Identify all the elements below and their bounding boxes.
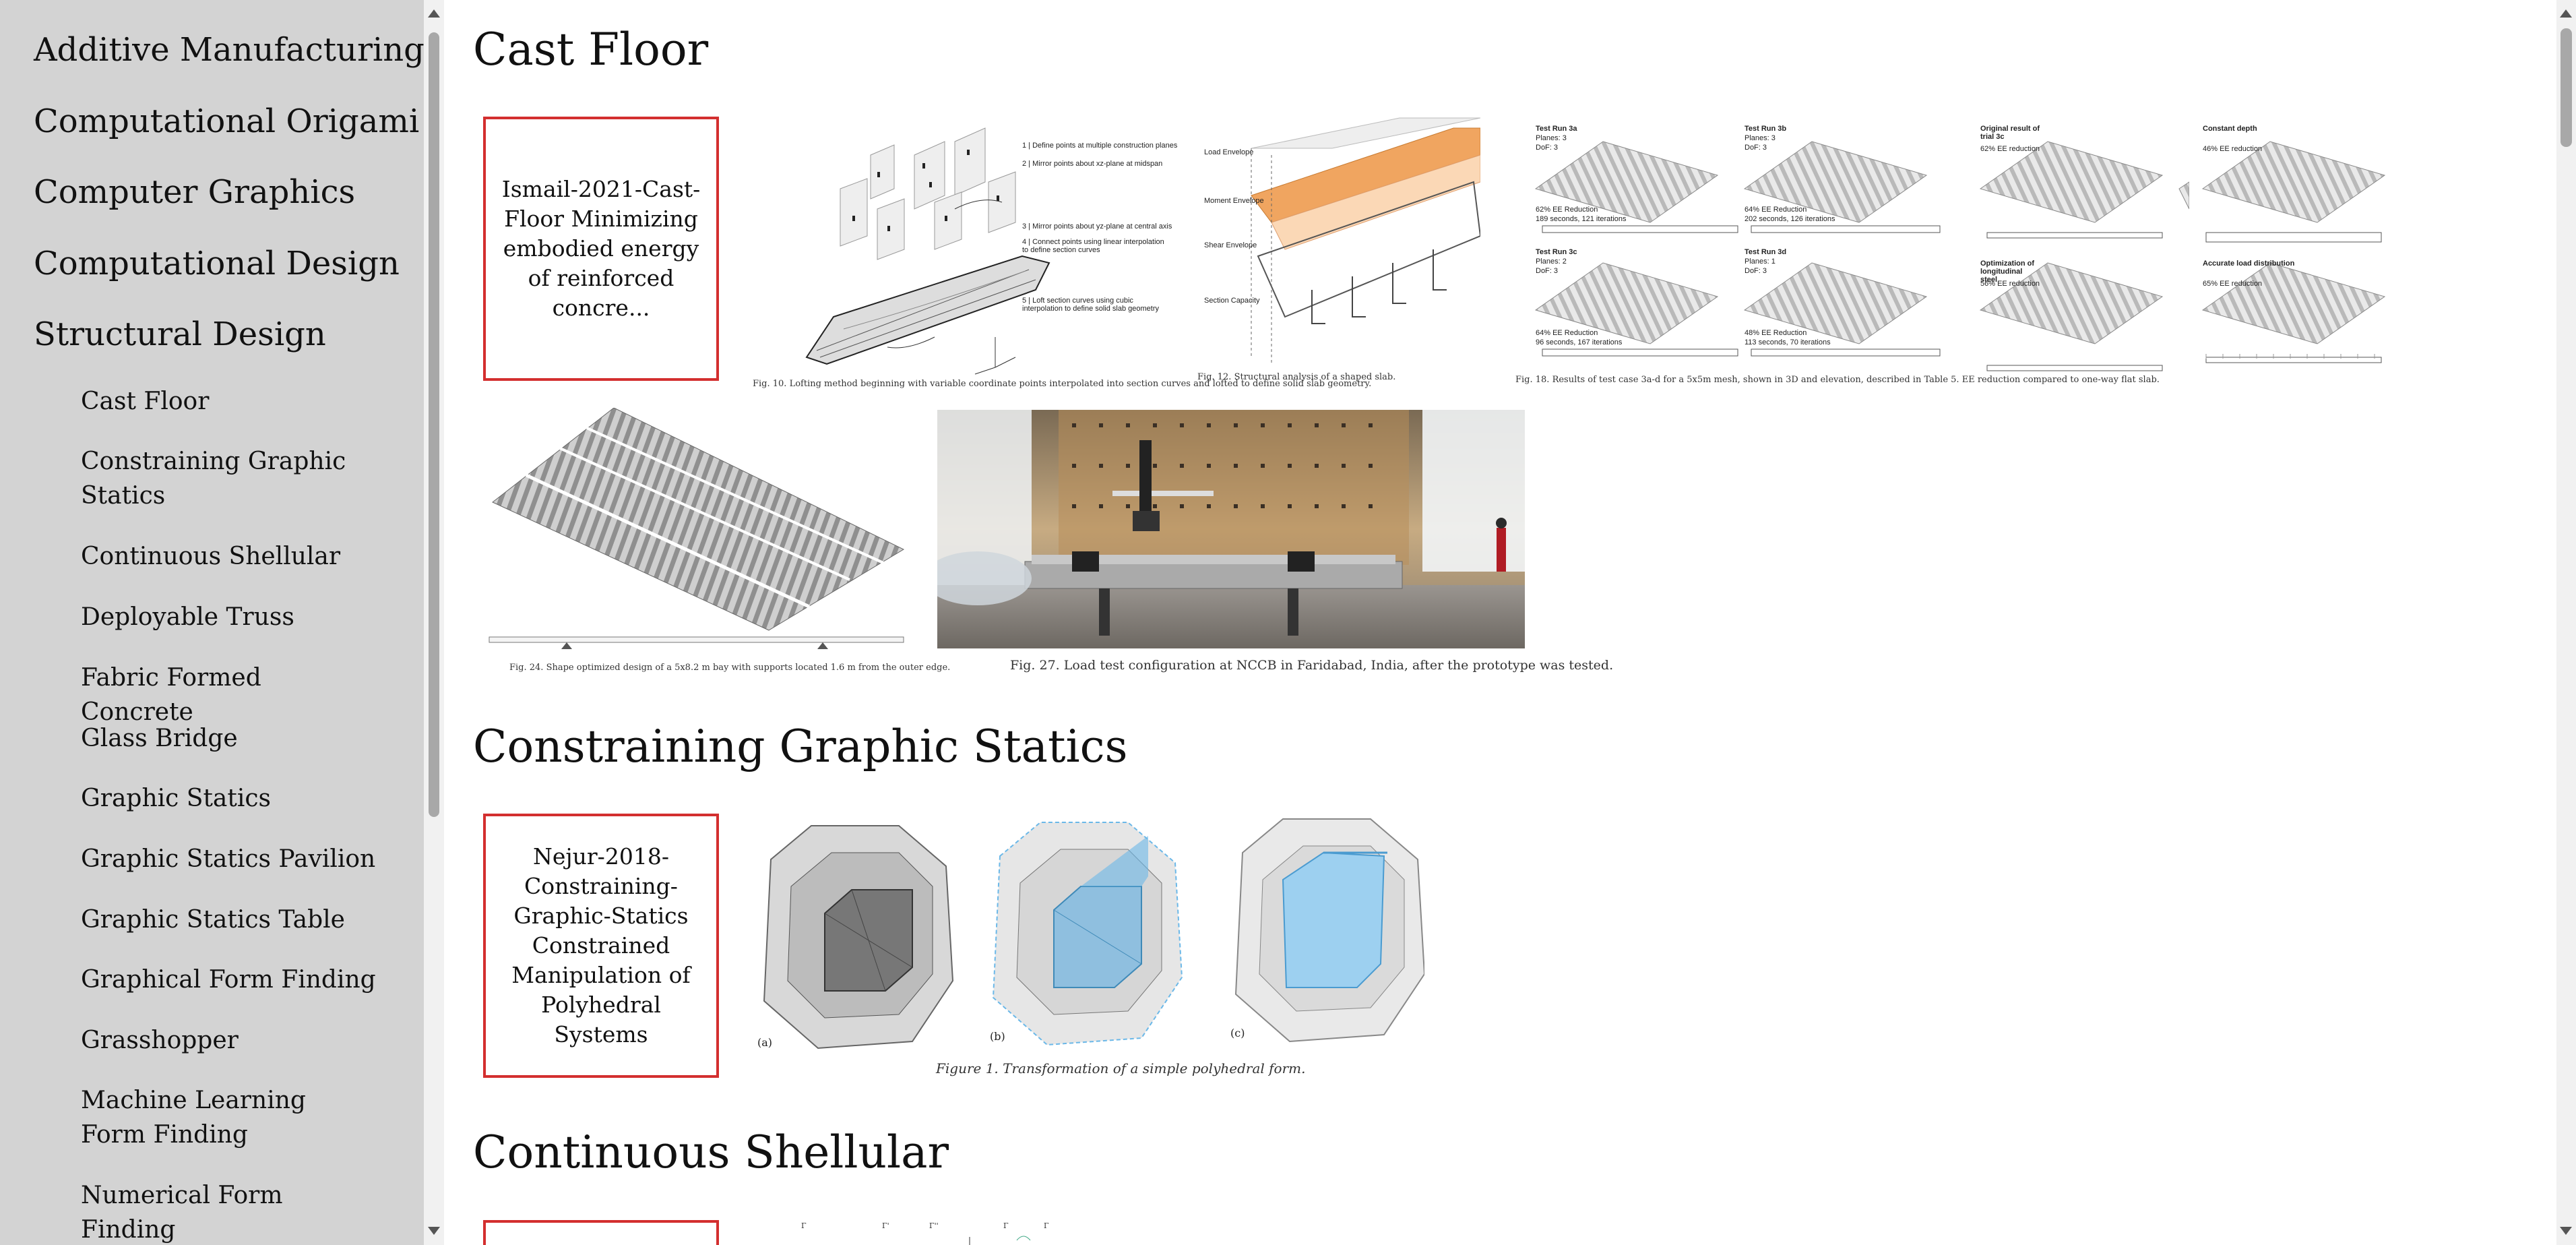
nav-glass-bridge[interactable]: Glass Bridge xyxy=(81,721,377,756)
nav-graphical-form-finding[interactable]: Graphical Form Finding xyxy=(81,963,377,997)
shellular-partial-diagram: Γ Γ' Γ'' Γ Γ xyxy=(801,1221,1049,1245)
sidebar-scrollbar[interactable] xyxy=(424,0,444,1245)
shape-optimized-slab xyxy=(489,407,905,649)
nav-grasshopper[interactable]: Grasshopper xyxy=(81,1023,377,1058)
test-run-3c-title: Test Run 3c xyxy=(1536,248,1577,256)
test-run-3a-title: Test Run 3a xyxy=(1536,125,1577,133)
paper-card-cast-floor[interactable]: Ismail-2021-Cast-Floor Minimizing embodi… xyxy=(483,117,719,381)
main-scroll-thumb[interactable] xyxy=(2561,28,2572,147)
caption-fig18: Fig. 18. Results of test case 3a-d for a… xyxy=(1515,375,2160,385)
scroll-up-arrow-icon[interactable] xyxy=(428,9,440,18)
nav-computer-graphics[interactable]: Computer Graphics xyxy=(34,172,355,212)
variant-accurate-load-title: Accurate load distribution xyxy=(2203,260,2295,268)
nav-constraining-graphic-statics[interactable]: Constraining Graphic Statics xyxy=(81,444,377,513)
polyhedral-diagram xyxy=(763,818,1426,1050)
nav-numerical-form-finding[interactable]: Numerical Form Finding xyxy=(81,1178,377,1245)
section-title-cast-floor: Cast Floor xyxy=(473,24,709,75)
nav-cast-floor[interactable]: Cast Floor xyxy=(81,384,377,419)
variant-original-reduction: 62% EE reduction xyxy=(1980,145,2040,153)
loft-step-1: 1 | Define points at multiple constructi… xyxy=(1022,142,1178,150)
test-run-3c-planes: Planes: 2 xyxy=(1536,257,1567,266)
caption-figure1: Figure 1. Transformation of a simple pol… xyxy=(936,1060,1306,1076)
variant-constant-depth-reduction: 46% EE reduction xyxy=(2203,145,2263,153)
scroll-down-arrow-icon[interactable] xyxy=(428,1227,440,1235)
test-run-3d-title: Test Run 3d xyxy=(1745,248,1787,256)
main-content: Cast Floor Ismail-2021-Cast-Floor Minimi… xyxy=(444,0,2556,1245)
svg-text:Γ': Γ' xyxy=(882,1221,889,1230)
main-scroll-down-arrow-icon[interactable] xyxy=(2560,1227,2572,1235)
test-run-3b-dof: DoF: 3 xyxy=(1745,144,1767,152)
loft-step-3: 3 | Mirror points about yz-plane at cent… xyxy=(1022,222,1172,231)
caption-fig12: Fig. 12. Structural analysis of a shaped… xyxy=(1197,372,1396,382)
main-scrollbar[interactable] xyxy=(2556,0,2576,1245)
nav-deployable-truss[interactable]: Deployable Truss xyxy=(81,600,377,634)
label-a: (a) xyxy=(757,1036,773,1049)
test-run-3d-time: 113 seconds, 70 iterations xyxy=(1745,338,1831,346)
figure-polyhedral-transformation[interactable]: (a) (b) (c) Figure 1. Transformation of … xyxy=(751,812,1426,1095)
nav-computational-design[interactable]: Computational Design xyxy=(34,243,400,284)
test-run-3c-dof: DoF: 3 xyxy=(1536,267,1559,275)
sidebar-scroll-thumb[interactable] xyxy=(429,32,439,817)
load-test-photo xyxy=(924,410,1525,648)
test-run-3a-planes: Planes: 3 xyxy=(1536,134,1567,142)
paper-card-constraining-graphic-statics[interactable]: Nejur-2018-Constraining-Graphic-Statics … xyxy=(483,814,719,1078)
test-run-3b-reduction: 64% EE Reduction xyxy=(1745,206,1807,214)
main-scroll-up-arrow-icon[interactable] xyxy=(2560,9,2572,18)
figure-continuous-shellular-partial[interactable]: Γ Γ' Γ'' Γ Γ xyxy=(794,1220,1064,1245)
test-run-3b-planes: Planes: 3 xyxy=(1745,134,1776,142)
test-run-3a-reduction: 62% EE Reduction xyxy=(1536,206,1598,214)
figure-test-variants-right[interactable]: Constant depth 46% EE reduction Accurate… xyxy=(2196,115,2398,384)
test-variants-right xyxy=(2201,141,2386,363)
section-title-continuous-shellular: Continuous Shellular xyxy=(473,1126,949,1178)
loft-step-2: 2 | Mirror points about xz-plane at mids… xyxy=(1022,160,1163,168)
figure-shape-optimized[interactable]: Fig. 24. Shape optimized design of a 5x8… xyxy=(486,407,950,677)
label-moment-envelope: Moment Envelope xyxy=(1204,197,1264,205)
figure-load-test-photo[interactable]: Fig. 27. Load test configuration at NCCB… xyxy=(924,410,1613,679)
test-run-3d-reduction: 48% EE Reduction xyxy=(1745,329,1807,337)
test-run-3c-reduction: 64% EE Reduction xyxy=(1536,329,1598,337)
label-load-envelope: Load Envelope xyxy=(1204,148,1254,156)
test-run-3a-time: 189 seconds, 121 iterations xyxy=(1536,215,1627,223)
svg-text:Γ: Γ xyxy=(801,1221,807,1230)
caption-fig24: Fig. 24. Shape optimized design of a 5x8… xyxy=(509,663,951,673)
nav-machine-learning-form-finding[interactable]: Machine Learning Form Finding xyxy=(81,1083,377,1152)
nav-graphic-statics-pavilion[interactable]: Graphic Statics Pavilion xyxy=(81,842,377,876)
figure-structural-analysis[interactable]: Load Envelope Moment Envelope Shear Enve… xyxy=(1197,115,1482,398)
label-shear-envelope: Shear Envelope xyxy=(1204,241,1257,249)
test-run-3d-planes: Planes: 1 xyxy=(1745,257,1776,266)
figure-lofting-method[interactable]: 1 | Define points at multiple constructi… xyxy=(753,115,1371,398)
nav-structural-design[interactable]: Structural Design xyxy=(34,314,326,355)
variant-accurate-load-reduction: 65% EE reduction xyxy=(2203,280,2263,288)
test-run-3c-time: 96 seconds, 167 iterations xyxy=(1536,338,1623,346)
svg-text:Γ: Γ xyxy=(1044,1221,1049,1230)
loft-step-5: 5 | Loft section curves using cubic inte… xyxy=(1022,297,1160,313)
variant-original-title: Original result of trial 3c xyxy=(1980,125,2040,141)
sidebar: Additive Manufacturing Computational Ori… xyxy=(0,0,424,1245)
loft-step-4: 4 | Connect points using linear interpol… xyxy=(1022,238,1164,254)
test-run-3a-dof: DoF: 3 xyxy=(1536,144,1559,152)
test-run-3b-title: Test Run 3b xyxy=(1745,125,1787,133)
test-run-3d-dof: DoF: 3 xyxy=(1745,267,1767,275)
label-section-capacity: Section Capacity xyxy=(1204,297,1260,305)
label-b: (b) xyxy=(990,1030,1005,1043)
paper-card-title: Nejur-2018-Constraining-Graphic-Statics … xyxy=(511,843,691,1047)
figure-test-runs[interactable]: Test Run 3a Planes: 3 DoF: 3 62% EE Redu… xyxy=(1515,115,2190,398)
label-c: (c) xyxy=(1230,1027,1245,1039)
test-run-3b-time: 202 seconds, 126 iterations xyxy=(1745,215,1835,223)
svg-text:Γ'': Γ'' xyxy=(929,1221,939,1230)
paper-card-continuous-shellular[interactable] xyxy=(483,1220,719,1245)
caption-fig27: Fig. 27. Load test configuration at NCCB… xyxy=(1010,658,1614,673)
nav-additive-manufacturing[interactable]: Additive Manufacturing xyxy=(34,30,424,70)
nav-fabric-formed-concrete[interactable]: Fabric Formed Concrete xyxy=(81,661,377,729)
nav-computational-origami[interactable]: Computational Origami xyxy=(34,101,419,142)
nav-graphic-statics-table[interactable]: Graphic Statics Table xyxy=(81,903,377,937)
variant-longitudinal-reduction: 56% EE reduction xyxy=(1980,280,2040,288)
nav-continuous-shellular[interactable]: Continuous Shellular xyxy=(81,539,377,574)
svg-text:Γ: Γ xyxy=(1003,1221,1009,1230)
nav-graphic-statics[interactable]: Graphic Statics xyxy=(81,781,377,816)
variant-constant-depth-title: Constant depth xyxy=(2203,125,2257,133)
paper-card-title: Ismail-2021-Cast-Floor Minimizing embodi… xyxy=(501,176,701,321)
section-title-constraining-graphic-statics: Constraining Graphic Statics xyxy=(473,721,1128,772)
